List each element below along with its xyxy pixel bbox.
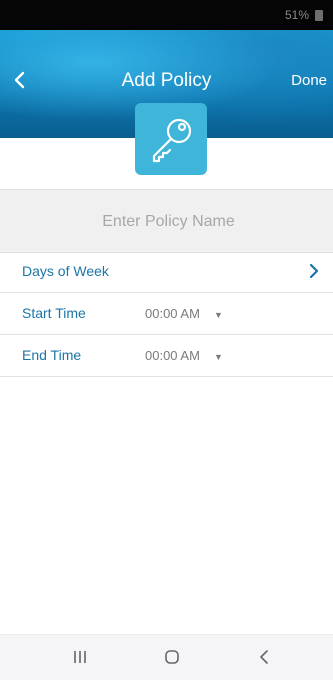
status-bar: 51% (0, 0, 333, 30)
days-of-week-row[interactable]: Days of Week (0, 251, 333, 293)
battery-icon (315, 10, 323, 21)
end-time-select[interactable]: 00:00 AM ▼ (145, 348, 223, 363)
page-title: Add Policy (121, 70, 212, 91)
policy-name-section (0, 189, 333, 254)
back-button[interactable] (6, 66, 34, 94)
system-back-button[interactable] (252, 647, 276, 667)
system-nav-bar (0, 634, 333, 680)
back-chevron-icon (260, 650, 268, 664)
recent-apps-icon (74, 651, 86, 663)
done-button[interactable]: Done (291, 72, 327, 89)
policy-icon-tile (135, 103, 207, 175)
chevron-right-icon (309, 264, 319, 278)
key-icon (152, 118, 192, 163)
battery-text: 51% (284, 8, 309, 22)
dropdown-caret-icon: ▼ (213, 310, 223, 320)
end-time-label: End Time (22, 347, 82, 363)
end-time-row: End Time 00:00 AM ▼ (0, 335, 333, 377)
start-time-select[interactable]: 00:00 AM ▼ (145, 306, 223, 321)
end-time-value: 00:00 AM (145, 348, 200, 363)
dropdown-caret-icon: ▼ (213, 352, 223, 362)
start-time-label: Start Time (22, 305, 86, 321)
policy-name-input[interactable] (0, 190, 333, 254)
start-time-row: Start Time 00:00 AM ▼ (0, 293, 333, 335)
recent-apps-button[interactable] (68, 647, 92, 667)
home-button[interactable] (160, 647, 184, 667)
start-time-value: 00:00 AM (145, 306, 200, 321)
chevron-left-icon (14, 71, 25, 89)
days-of-week-label: Days of Week (22, 263, 109, 279)
home-icon (165, 650, 179, 664)
